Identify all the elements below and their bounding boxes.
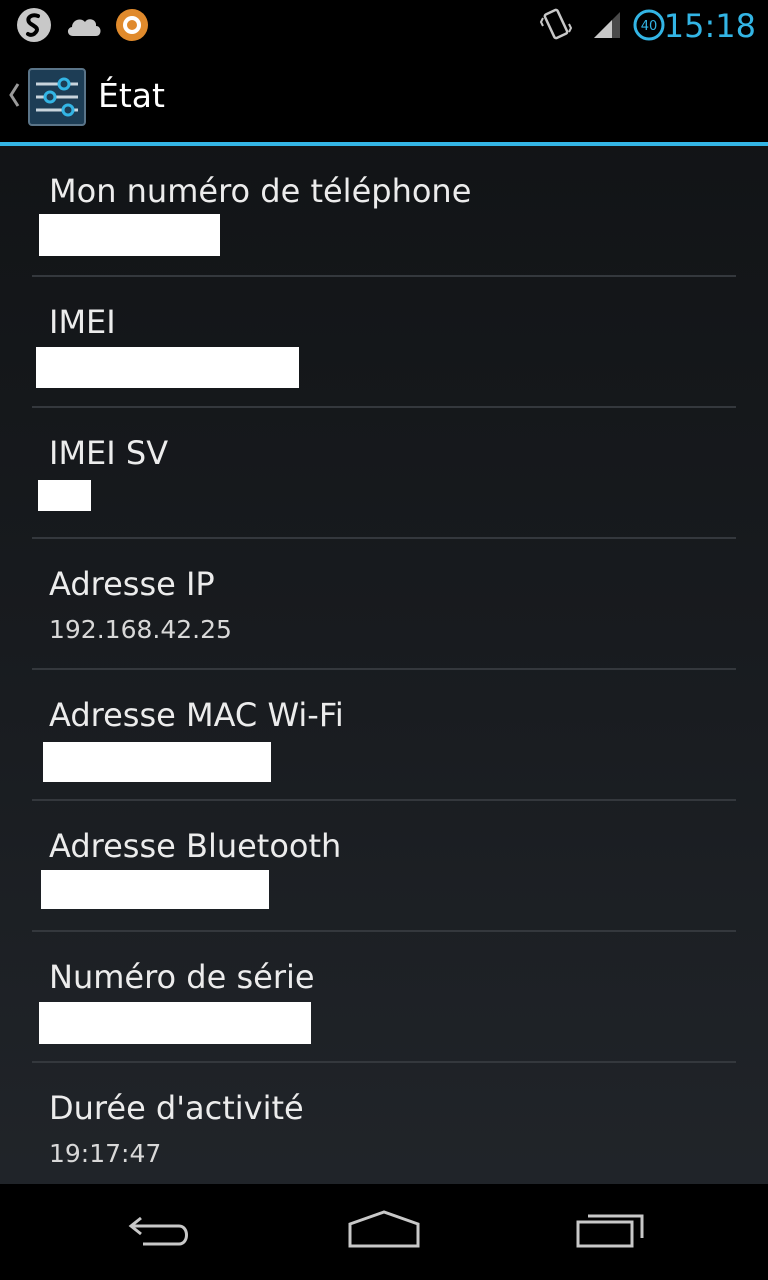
back-icon: [125, 1210, 195, 1254]
vibrate-icon: [538, 0, 574, 50]
item-title: Durée d'activité: [49, 1089, 304, 1127]
avast-icon: [114, 0, 150, 50]
list-item-ip-address[interactable]: Adresse IP 192.168.42.25: [32, 539, 736, 670]
home-icon: [346, 1210, 422, 1254]
list-item-serial-number[interactable]: Numéro de série: [32, 932, 736, 1063]
recent-apps-button[interactable]: [530, 1184, 690, 1280]
list-item-imei[interactable]: IMEI: [32, 277, 736, 408]
settings-sliders-icon: [28, 68, 86, 130]
shazam-icon: [14, 0, 54, 50]
list-item-imei-sv[interactable]: IMEI SV: [32, 408, 736, 539]
navigation-bar: [0, 1184, 768, 1280]
redacted-value: [36, 347, 299, 388]
status-screen: 40 15:18 État Mon numéro de téléphone IM…: [0, 0, 768, 1280]
redacted-value: [38, 480, 91, 511]
chevron-left-icon: [6, 80, 22, 114]
recent-apps-icon: [574, 1210, 646, 1254]
list-item-phone-number[interactable]: Mon numéro de téléphone: [32, 146, 736, 277]
redacted-value: [43, 742, 271, 782]
item-title: Numéro de série: [49, 958, 315, 996]
home-button[interactable]: [304, 1184, 464, 1280]
cloud-icon: [64, 0, 104, 50]
item-summary: 19:17:47: [49, 1139, 162, 1168]
item-title: IMEI: [49, 303, 116, 341]
battery-icon: 40: [632, 0, 666, 50]
item-title: Adresse Bluetooth: [49, 827, 342, 865]
up-navigation-button[interactable]: [0, 50, 90, 142]
item-title: IMEI SV: [49, 434, 169, 472]
signal-icon: [590, 0, 624, 50]
back-button[interactable]: [80, 1184, 240, 1280]
status-bar: 40 15:18: [0, 0, 768, 50]
item-title: Adresse MAC Wi-Fi: [49, 696, 344, 734]
item-title: Mon numéro de téléphone: [49, 172, 472, 210]
page-title: État: [98, 76, 165, 115]
redacted-value: [39, 214, 220, 256]
list-item-wifi-mac[interactable]: Adresse MAC Wi-Fi: [32, 670, 736, 801]
status-clock: 15:18: [663, 7, 756, 45]
status-list: Mon numéro de téléphone IMEI IMEI SV Adr…: [0, 146, 768, 1192]
list-item-bluetooth-address[interactable]: Adresse Bluetooth: [32, 801, 736, 932]
list-item-uptime[interactable]: Durée d'activité 19:17:47: [32, 1063, 736, 1192]
battery-level: 40: [641, 19, 658, 34]
item-summary: 192.168.42.25: [49, 615, 232, 644]
redacted-value: [39, 1002, 311, 1044]
item-title: Adresse IP: [49, 565, 215, 603]
redacted-value: [41, 870, 269, 909]
